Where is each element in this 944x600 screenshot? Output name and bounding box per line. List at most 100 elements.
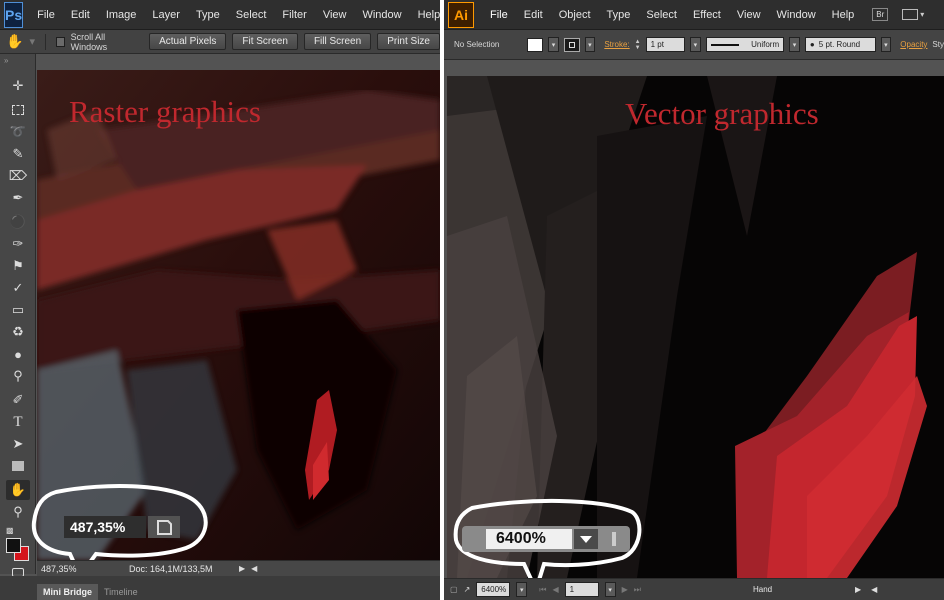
healing-brush-icon[interactable]: ⚫ [6,212,30,232]
ps-menu-edit[interactable]: Edit [63,9,98,21]
ai-zoom-field[interactable]: 6400% [476,582,511,597]
paint-bucket-icon[interactable]: ♻ [6,322,30,342]
tab-mini-bridge[interactable]: Mini Bridge [37,584,98,600]
path-select-icon[interactable]: ➤ [6,434,30,454]
scroll-all-windows-label: Scroll All Windows [70,31,108,52]
move-tool-icon[interactable]: ✛ [6,76,30,96]
ps-menu-view[interactable]: View [315,9,355,21]
profile-dropdown-icon[interactable]: ▾ [789,37,800,52]
clone-stamp-icon[interactable]: ⚑ [6,256,30,276]
illustrator-window: Ai File Edit Object Type Select Effect V… [444,0,944,600]
ps-zoom-field[interactable]: 487,35% [41,564,129,574]
variable-width-label: Uniform [751,40,780,49]
marquee-tool-icon[interactable] [6,100,30,120]
chevron-down-icon[interactable]: ▾ [920,10,924,19]
ps-menu-help[interactable]: Help [410,9,440,21]
current-tool-label: Hand [752,585,773,594]
ps-menu-file[interactable]: File [29,9,63,21]
first-artboard-icon[interactable]: ⏮ [539,585,546,595]
lasso-tool-icon[interactable]: ➰ [6,122,30,142]
ai-menu-type[interactable]: Type [599,9,639,21]
ps-zoom-callout-text: 487,35% [70,519,126,535]
next-artboard-icon[interactable]: ▶ [622,585,628,594]
stroke-dropdown-icon[interactable]: ▾ [584,37,596,52]
brush-dropdown-icon[interactable]: ▾ [880,37,892,52]
brush-definition-label: 5 pt. Round [818,40,861,49]
tab-timeline[interactable]: Timeline [98,584,144,600]
ps-menu-image[interactable]: Image [98,9,145,21]
dodge-tool-icon[interactable]: ⚲ [6,366,30,386]
variable-width-profile[interactable]: Uniform [705,37,785,52]
ps-menu-layer[interactable]: Layer [144,9,188,21]
ps-menu-type[interactable]: Type [188,9,228,21]
prev-artboard-icon[interactable]: ◀ [552,585,558,594]
vector-graphics-title: Vector graphics [625,96,819,131]
hand-icon[interactable]: ✋ [6,33,23,50]
stroke-weight-field[interactable]: 1 pt [645,37,685,52]
crop-tool-icon[interactable]: ⌦ [6,166,30,186]
rectangle-tool-icon[interactable] [6,456,30,476]
ai-control-bar: No Selection ▾ ▾ Stroke: ▲ ▼ 1 pt ▾ Unifo… [444,30,944,60]
fill-swatch[interactable] [527,37,544,52]
ps-options-bar: ✋ ▾ Scroll All Windows Actual Pixels Fit… [0,30,440,54]
ai-zoom-callout-text: 6400% [496,530,546,547]
ai-menu-view[interactable]: View [729,9,769,21]
brush-tool-icon[interactable]: ✑ [6,234,30,254]
stroke-label[interactable]: Stroke: [604,40,629,49]
ps-status-bar: 487,35% Doc: 164,1M/133,5M ▶ ◀ [37,560,440,576]
ps-menu-filter[interactable]: Filter [274,9,314,21]
opacity-label[interactable]: Opacity [900,40,927,49]
artboard-field[interactable]: 1 [564,582,599,597]
ps-menu-window[interactable]: Window [354,9,409,21]
scroll-left-icon[interactable]: ◀ [251,564,257,573]
default-colors-icon[interactable]: ▩ [6,526,14,535]
history-brush-icon[interactable]: ✓ [6,278,30,298]
bridge-button[interactable]: Br [872,8,889,21]
ps-doc-size: Doc: 164,1M/133,5M [129,563,213,574]
ai-menu-file[interactable]: File [482,9,516,21]
ai-status-bar: ▢ ↗ 6400% ▾ ⏮ ◀ 1 ▾ ▶ ⏭ Hand ▶ ◀ [444,578,944,600]
ai-menu-edit[interactable]: Edit [516,9,551,21]
actual-pixels-button[interactable]: Actual Pixels [149,33,227,50]
eraser-tool-icon[interactable]: ▭ [6,300,30,320]
eyedropper-tool-icon[interactable]: ✒ [6,188,30,208]
play-icon[interactable]: ▶ [239,564,245,573]
ps-menu-select[interactable]: Select [228,9,275,21]
ps-bottom-panel: Mini Bridge Timeline [0,576,440,600]
scroll-left-icon[interactable]: ◀ [871,585,877,594]
ai-logo: Ai [448,1,474,28]
artboard-nav-icon[interactable]: ▢ [450,585,458,594]
quick-select-tool-icon[interactable]: ✎ [6,144,30,164]
ai-menu-effect[interactable]: Effect [685,9,729,21]
print-size-button[interactable]: Print Size [377,33,440,50]
selection-status: No Selection [454,40,500,49]
foreground-color-swatch[interactable] [6,538,21,553]
ai-menu-object[interactable]: Object [551,9,599,21]
blur-tool-icon[interactable]: ● [6,344,30,364]
photoshop-window: Ps File Edit Image Layer Type Select Fil… [0,0,440,600]
pen-tool-icon[interactable]: ✐ [6,390,30,410]
status-menu-icon[interactable]: ▶ [855,585,861,594]
ai-menubar: Ai File Edit Object Type Select Effect V… [444,0,944,30]
ps-logo: Ps [4,1,24,28]
brush-definition[interactable]: ● 5 pt. Round [804,37,876,52]
type-tool-icon[interactable]: T [6,412,30,432]
expand-icon[interactable]: » [4,56,8,65]
fill-screen-button[interactable]: Fill Screen [303,33,372,50]
ai-menu-help[interactable]: Help [824,9,863,21]
share-icon[interactable]: ↗ [464,585,471,594]
stroke-swatch[interactable] [563,37,580,52]
style-label[interactable]: Sty [932,40,944,49]
ai-menu-select[interactable]: Select [638,9,685,21]
ai-menu-window[interactable]: Window [769,9,824,21]
scroll-all-windows-checkbox[interactable] [55,36,65,47]
zoom-dropdown-icon[interactable]: ▾ [516,582,528,597]
ps-menubar: Ps File Edit Image Layer Type Select Fil… [0,0,440,30]
stroke-weight-stepper[interactable]: ▲ ▼ [635,39,641,51]
last-artboard-icon[interactable]: ⏭ [634,585,641,595]
stroke-weight-dropdown-icon[interactable]: ▾ [689,37,701,52]
fit-screen-button[interactable]: Fit Screen [232,33,298,50]
fill-dropdown-icon[interactable]: ▾ [548,37,559,52]
artboard-dropdown-icon[interactable]: ▾ [604,582,616,597]
workspace-layout-icon[interactable] [902,9,919,20]
